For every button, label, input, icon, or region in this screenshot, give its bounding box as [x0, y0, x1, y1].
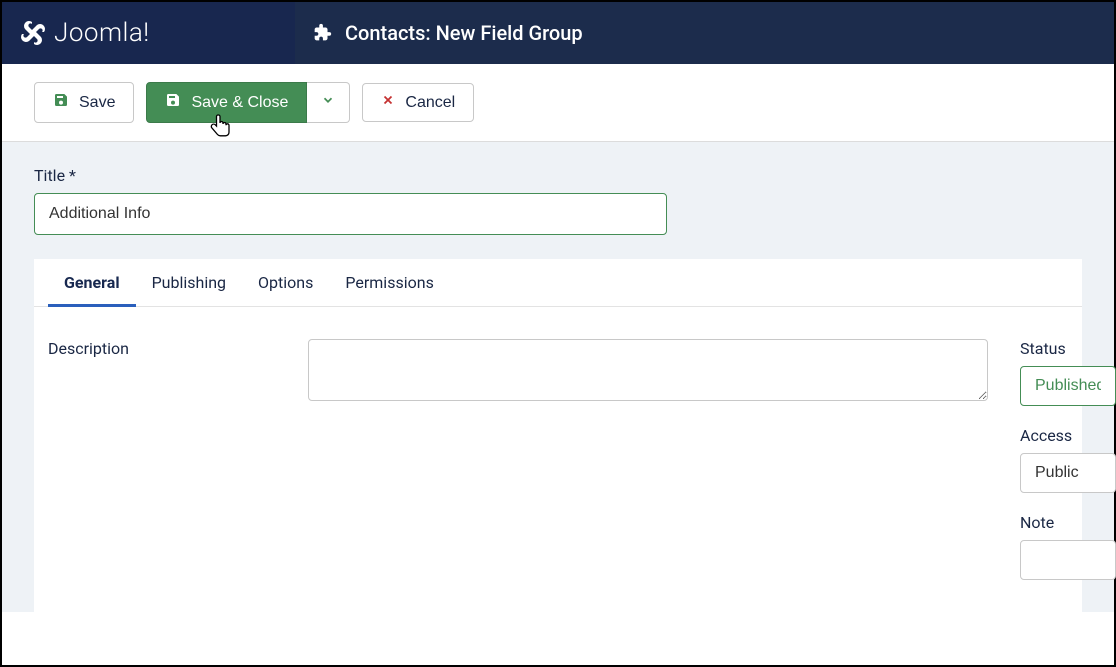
toolbar: Save Save & Close Cancel — [2, 64, 1114, 142]
save-close-dropdown[interactable] — [307, 82, 350, 123]
topbar: Joomla! Contacts: New Field Group — [2, 2, 1114, 64]
save-button[interactable]: Save — [34, 82, 134, 123]
puzzle-icon — [311, 22, 333, 44]
body-area: Title * General Publishing Options Permi… — [2, 142, 1114, 612]
joomla-icon — [18, 18, 48, 48]
tab-panel: General Publishing Options Permissions D… — [34, 259, 1082, 612]
title-label: Title * — [34, 166, 1082, 185]
close-icon — [381, 93, 395, 112]
save-icon — [165, 92, 181, 113]
save-close-group: Save & Close — [146, 82, 350, 123]
note-label: Note — [1020, 513, 1116, 532]
brand-logo[interactable]: Joomla! — [18, 18, 150, 48]
description-textarea[interactable] — [308, 339, 988, 401]
access-label: Access — [1020, 426, 1116, 445]
tabs: General Publishing Options Permissions — [34, 259, 1082, 307]
status-label: Status — [1020, 339, 1116, 358]
tab-publishing[interactable]: Publishing — [136, 259, 242, 306]
tab-general[interactable]: General — [48, 259, 136, 306]
tab-content: Description Status Access Note — [34, 307, 1082, 612]
description-label: Description — [48, 339, 288, 580]
tab-options[interactable]: Options — [242, 259, 329, 306]
brand-text: Joomla! — [54, 18, 150, 48]
cancel-label: Cancel — [405, 94, 455, 112]
title-input[interactable] — [34, 193, 667, 235]
note-field: Note — [1020, 513, 1116, 580]
tab-permissions[interactable]: Permissions — [329, 259, 449, 306]
main-column: Description — [48, 339, 988, 580]
chevron-down-icon — [321, 93, 335, 112]
save-close-button[interactable]: Save & Close — [146, 82, 307, 123]
titlebar: Contacts: New Field Group — [295, 2, 1114, 64]
page-title: Contacts: New Field Group — [345, 21, 583, 45]
cancel-button[interactable]: Cancel — [362, 83, 474, 122]
status-field: Status — [1020, 339, 1116, 406]
side-column: Status Access Note — [1020, 339, 1116, 580]
save-label: Save — [79, 94, 115, 112]
save-close-label: Save & Close — [191, 94, 288, 112]
note-input[interactable] — [1020, 540, 1116, 580]
status-select[interactable] — [1020, 366, 1116, 406]
brand-area: Joomla! — [2, 2, 295, 64]
save-icon — [53, 92, 69, 113]
access-field: Access — [1020, 426, 1116, 493]
access-select[interactable] — [1020, 453, 1116, 493]
